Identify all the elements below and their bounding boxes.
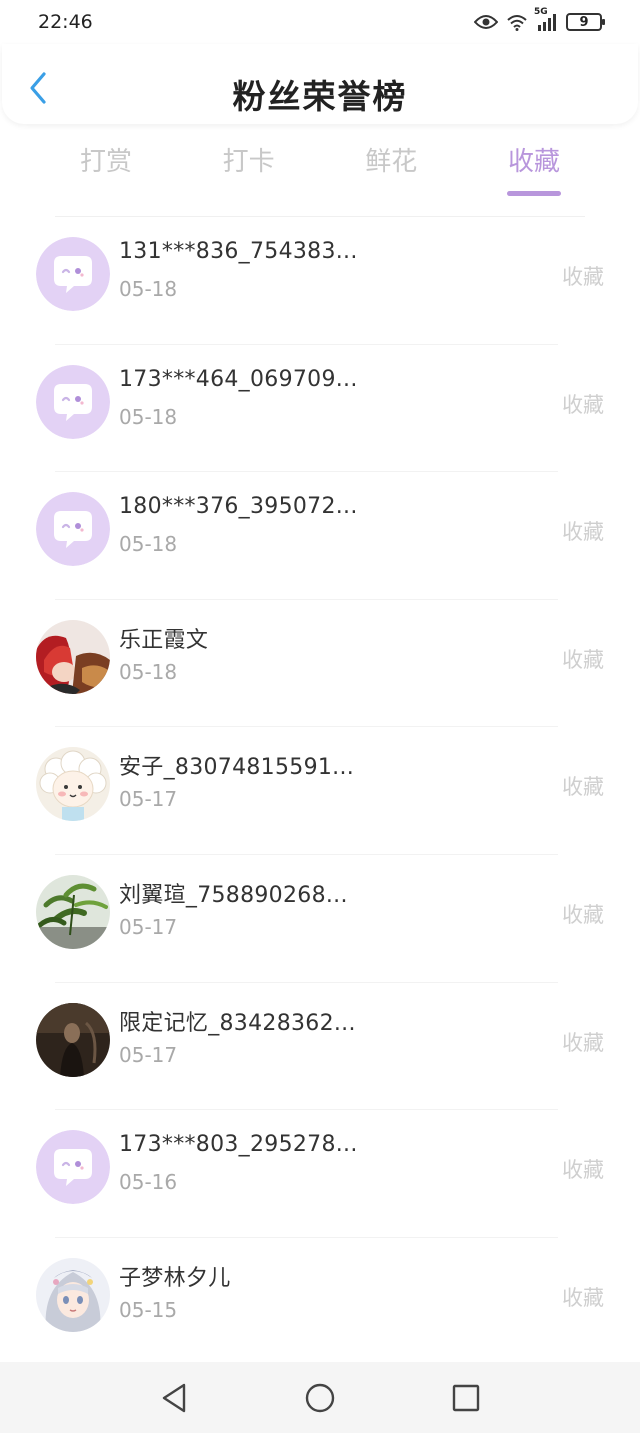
tab-label: 收藏: [507, 147, 560, 177]
list-item[interactable]: 173***464_069709... 05-18 收藏: [0, 345, 640, 473]
item-date: 05-16: [119, 1170, 178, 1195]
nav-recents-button[interactable]: [448, 1380, 484, 1416]
battery-level: 9: [579, 14, 589, 30]
action-label: 收藏: [562, 265, 604, 289]
list-item[interactable]: 173***803_295278... 05-16 收藏: [0, 1110, 640, 1238]
default-avatar-icon: [36, 364, 110, 439]
list-item[interactable]: 安子_83074815591... 05-17 收藏: [0, 727, 640, 855]
user-name: 刘翼瑄_758890268...: [119, 882, 348, 908]
status-icons: 5G 9: [474, 7, 605, 31]
item-date: 05-18: [119, 532, 178, 557]
tab-checkin[interactable]: 打卡: [178, 140, 320, 200]
action-label: 收藏: [562, 520, 604, 545]
tab-reward[interactable]: 打赏: [35, 140, 177, 200]
triangle-back-icon: [162, 1383, 186, 1412]
action-label: 收藏: [562, 647, 604, 672]
tab-bar: 打赏 打卡 鲜花 收藏: [35, 140, 605, 200]
tab-label: 打卡: [222, 147, 275, 177]
tab-flowers[interactable]: 鲜花: [320, 140, 462, 200]
cartoon-sheep-avatar: [36, 747, 110, 822]
item-date: 05-18: [119, 404, 178, 429]
status-bar: 22:46 5G 9: [0, 0, 640, 44]
list-item[interactable]: 子梦林夕儿 05-15 收藏: [0, 1238, 640, 1366]
tab-favorites[interactable]: 收藏: [463, 140, 605, 200]
tab-label: 打赏: [79, 147, 132, 177]
dark-photo-avatar: [36, 1002, 110, 1077]
fan-list: 131***836_754383... 05-18 收藏 173***464_0…: [0, 217, 640, 1365]
battery-icon: 9: [566, 13, 605, 31]
default-avatar-icon: [36, 1130, 110, 1205]
nav-home-button[interactable]: [302, 1380, 338, 1416]
page-title: 粉丝荣誉榜: [232, 77, 408, 116]
action-label: 收藏: [562, 1285, 604, 1310]
action-label: 收藏: [562, 1030, 604, 1055]
list-item[interactable]: 131***836_754383... 05-18 收藏: [0, 217, 640, 345]
item-date: 05-18: [119, 277, 178, 301]
square-recents-icon: [452, 1384, 480, 1411]
action-label: 收藏: [562, 392, 604, 417]
bamboo-plant-avatar: [36, 874, 110, 949]
action-label: 收藏: [562, 1158, 604, 1183]
action-label: 收藏: [562, 775, 604, 800]
anime-red-hair-avatar: [36, 619, 110, 694]
system-nav-bar: [0, 1362, 640, 1433]
tab-label: 鲜花: [365, 147, 418, 177]
item-date: 05-17: [119, 787, 178, 812]
status-time: 22:46: [38, 11, 93, 33]
user-name: 131***836_754383...: [119, 239, 358, 264]
list-item[interactable]: 刘翼瑄_758890268... 05-17 收藏: [0, 855, 640, 983]
user-name: 乐正霞文: [119, 627, 209, 653]
default-avatar-icon: [36, 492, 110, 567]
header-bar: 粉丝荣誉榜: [2, 44, 638, 124]
user-name: 子梦林夕儿: [119, 1265, 231, 1291]
user-name: 180***376_395072...: [119, 494, 358, 520]
active-tab-indicator: [506, 191, 561, 196]
anime-girl-avatar: [36, 1257, 110, 1332]
nav-back-button[interactable]: [156, 1380, 192, 1416]
list-item[interactable]: 180***376_395072... 05-18 收藏: [0, 472, 640, 600]
network-type-label: 5G: [534, 7, 548, 17]
user-name: 173***803_295278...: [119, 1132, 358, 1158]
list-item[interactable]: 限定记忆_83428362... 05-17 收藏: [0, 983, 640, 1111]
list-item[interactable]: 乐正霞文 05-18 收藏: [0, 600, 640, 728]
wifi-icon: [506, 13, 528, 31]
action-label: 收藏: [562, 902, 604, 927]
user-name: 限定记忆_83428362...: [119, 1010, 356, 1036]
circle-home-icon: [305, 1383, 335, 1412]
default-avatar-icon: [36, 237, 110, 311]
user-name: 173***464_069709...: [119, 366, 358, 392]
eye-icon: [474, 14, 498, 30]
item-date: 05-15: [119, 1297, 178, 1322]
user-name: 安子_83074815591...: [119, 755, 355, 781]
signal-icon: 5G: [534, 7, 558, 31]
item-date: 05-18: [119, 659, 178, 684]
item-date: 05-17: [119, 1042, 178, 1067]
item-date: 05-17: [119, 914, 178, 939]
